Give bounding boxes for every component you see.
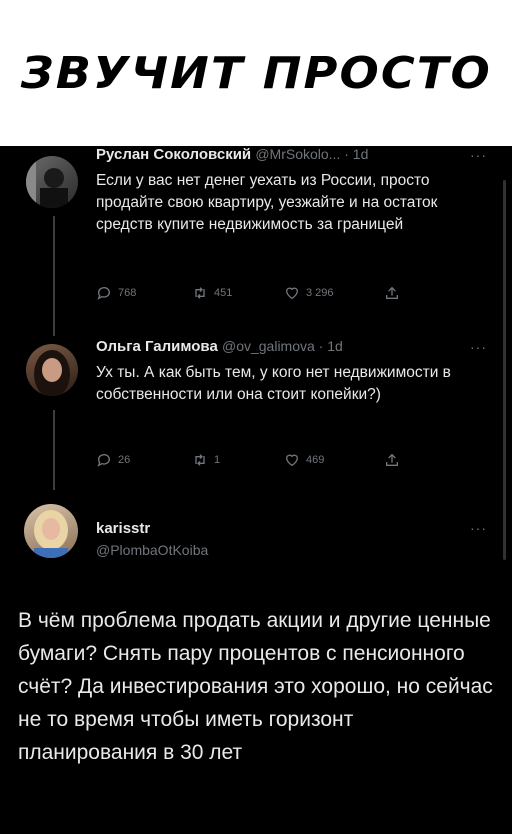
like-count: 3 296 bbox=[306, 287, 334, 299]
reply-count: 26 bbox=[118, 454, 131, 466]
reply-button[interactable]: 768 bbox=[96, 285, 192, 301]
meme-caption-banner: ЗВУЧИТ ПРОСТО bbox=[0, 0, 512, 146]
avatar-photo-icon bbox=[34, 510, 68, 558]
avatar-photo-icon bbox=[26, 156, 68, 208]
like-button[interactable]: 3 296 bbox=[284, 285, 384, 301]
author-handle-time: @ov_galimova · 1d bbox=[221, 338, 343, 354]
retweet-count: 451 bbox=[214, 287, 233, 299]
avatar[interactable] bbox=[26, 344, 78, 396]
retweet-button[interactable]: 451 bbox=[192, 285, 284, 301]
like-count: 469 bbox=[306, 454, 325, 466]
reply-count: 768 bbox=[118, 287, 137, 299]
main-tweet-text: В чём проблема продать акции и другие це… bbox=[18, 609, 493, 764]
retweet-icon bbox=[195, 454, 205, 466]
avatar-photo-icon bbox=[34, 350, 70, 396]
share-icon bbox=[386, 453, 398, 466]
main-author-handle[interactable]: @PlombaOtKoiba bbox=[96, 542, 208, 558]
meme-caption-text: ЗВУЧИТ ПРОСТО bbox=[20, 47, 492, 99]
tweet-text: Ух ты. А как быть тем, у кого нет недвиж… bbox=[96, 364, 451, 403]
avatar[interactable] bbox=[24, 504, 78, 558]
retweet-button[interactable]: 1 bbox=[192, 452, 284, 468]
thread-connector-line bbox=[53, 410, 55, 490]
more-options-icon[interactable]: ··· bbox=[470, 520, 487, 536]
retweet-count: 1 bbox=[214, 454, 221, 466]
author-handle-time: @MrSokolo... · 1d bbox=[255, 146, 369, 162]
author-name[interactable]: Ольга Галимова bbox=[96, 338, 218, 355]
scrollbar[interactable] bbox=[503, 180, 506, 560]
tweet-author[interactable]: Ольга Галимова @ov_galimova · 1d bbox=[96, 338, 343, 355]
heart-icon bbox=[285, 454, 299, 467]
reply-button[interactable]: 26 bbox=[96, 452, 192, 468]
share-button[interactable] bbox=[384, 285, 400, 301]
like-button[interactable]: 469 bbox=[284, 452, 384, 468]
heart-icon bbox=[285, 287, 299, 300]
author-name[interactable]: Руслан Соколовский bbox=[96, 146, 251, 163]
more-options-icon[interactable]: ··· bbox=[470, 147, 487, 163]
reply-icon bbox=[97, 454, 110, 467]
retweet-icon bbox=[195, 287, 205, 299]
share-icon bbox=[386, 286, 398, 299]
tweet-actions: 768 451 3 296 bbox=[96, 285, 426, 301]
share-button[interactable] bbox=[384, 452, 400, 468]
tweet-actions: 26 1 469 bbox=[96, 452, 426, 468]
main-author-name[interactable]: karisstr bbox=[96, 520, 150, 537]
tweet-author[interactable]: Руслан Соколовский @MrSokolo... · 1d bbox=[96, 146, 368, 163]
more-options-icon[interactable]: ··· bbox=[470, 339, 487, 355]
tweet-text: Если у вас нет денег уехать из России, п… bbox=[96, 172, 438, 233]
thread-connector-line bbox=[53, 216, 55, 336]
avatar[interactable] bbox=[26, 156, 78, 208]
reply-icon bbox=[97, 287, 110, 300]
